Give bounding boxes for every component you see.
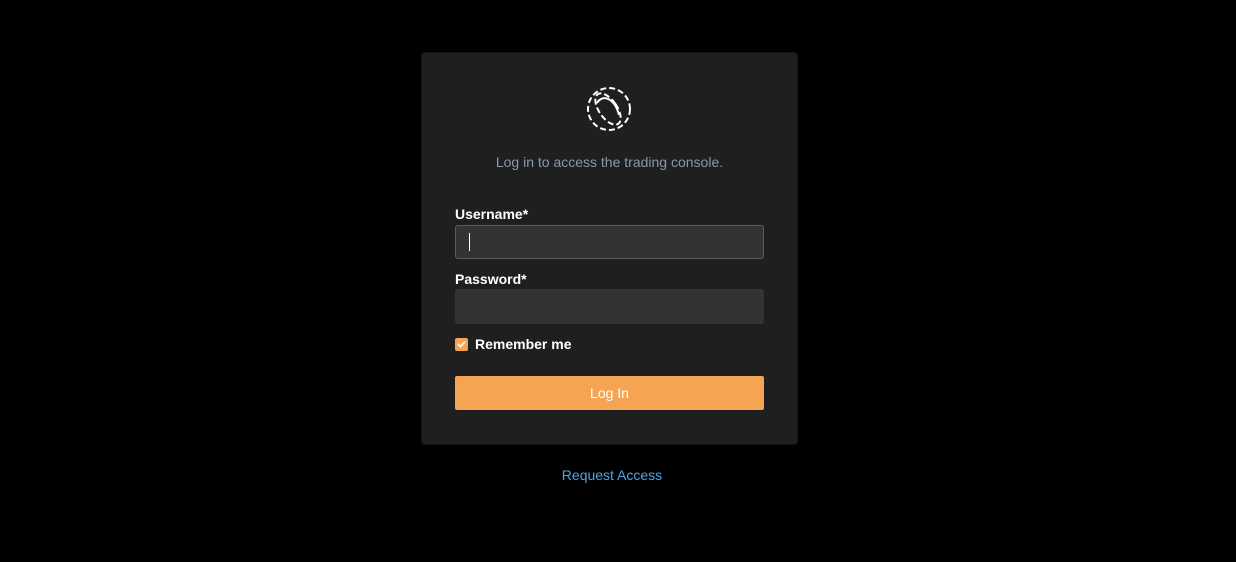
remember-me-checkbox[interactable]: Remember me (455, 336, 572, 352)
login-card: Log in to access the trading console. Us… (422, 53, 797, 444)
username-label: Username* (455, 206, 529, 222)
request-access-label[interactable]: Request Access (562, 467, 662, 483)
remember-me-label: Remember me (475, 336, 572, 352)
text-caret (469, 233, 470, 251)
login-button[interactable]: Log In (455, 376, 764, 410)
checkmark-icon[interactable] (455, 337, 468, 351)
password-label: Password* (455, 271, 527, 287)
request-access-link[interactable]: Request Access (0, 467, 1224, 483)
dashed-ring-logo-icon (587, 87, 631, 131)
login-subtitle: Log in to access the trading console. (495, 154, 724, 170)
password-input[interactable] (455, 289, 764, 324)
username-input[interactable] (455, 225, 764, 259)
